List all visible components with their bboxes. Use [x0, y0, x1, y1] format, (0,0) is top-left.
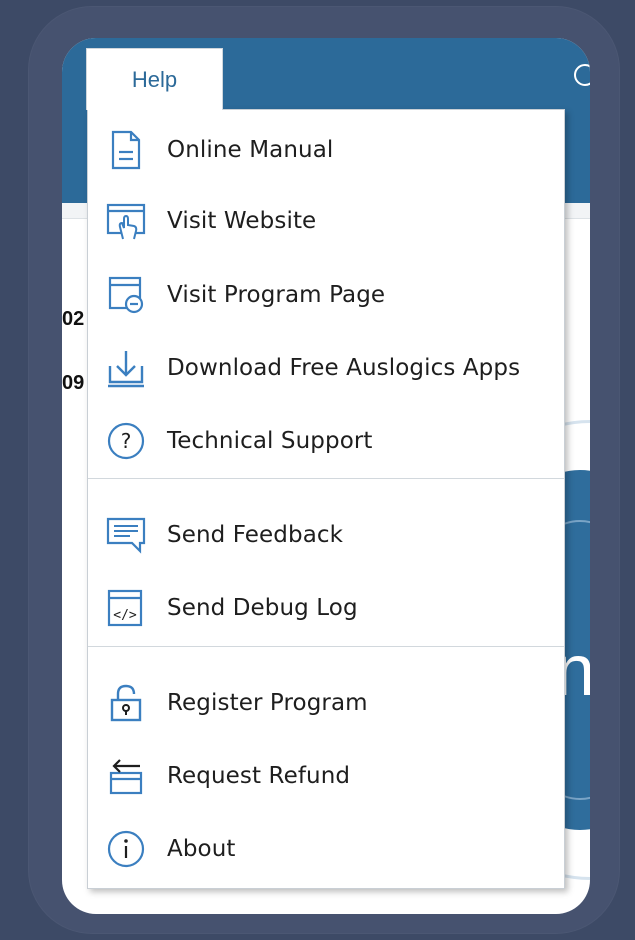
document-icon [104, 128, 148, 172]
svg-text:</>: </> [113, 608, 137, 623]
menu-item-label: About [167, 836, 236, 862]
refresh-icon[interactable] [574, 64, 590, 86]
download-icon [104, 346, 148, 390]
help-menu-tab[interactable]: Help [86, 48, 223, 110]
lock-icon [104, 681, 148, 725]
svg-text:?: ? [121, 429, 132, 453]
menu-item-label: Request Refund [167, 763, 351, 789]
menu-separator [88, 646, 564, 647]
menu-item-label: Visit Website [167, 208, 317, 234]
menu-item-label: Technical Support [167, 428, 373, 454]
menu-item-label: Download Free Auslogics Apps [167, 355, 521, 381]
program-page-icon [104, 273, 148, 317]
menu-item-register-program[interactable]: Register Program [88, 673, 564, 733]
question-circle-icon: ? [104, 419, 148, 463]
menu-item-label: Register Program [167, 690, 368, 716]
web-click-icon [104, 199, 148, 243]
refund-icon [104, 754, 148, 798]
menu-item-label: Send Feedback [167, 522, 344, 548]
menu-item-send-feedback[interactable]: Send Feedback [88, 505, 564, 565]
menu-item-label: Send Debug Log [167, 595, 358, 621]
debug-log-icon: </> [104, 586, 148, 630]
info-icon [104, 827, 148, 871]
help-dropdown-menu: Online Manual Visit Website Visit Program … [87, 109, 565, 889]
menu-item-visit-program-page[interactable]: Visit Program Page [88, 265, 564, 325]
menu-item-download-free-auslogics-apps[interactable]: Download Free Auslogics Apps [88, 338, 564, 398]
menu-item-about[interactable]: About [88, 819, 564, 879]
menu-item-send-debug-log[interactable]: </> Send Debug Log [88, 578, 564, 638]
menu-item-online-manual[interactable]: Online Manual [88, 120, 564, 180]
feedback-icon [104, 513, 148, 557]
menu-item-request-refund[interactable]: Request Refund [88, 746, 564, 806]
menu-item-label: Visit Program Page [167, 282, 386, 308]
menu-item-visit-website[interactable]: Visit Website [88, 191, 564, 251]
menu-item-label: Online Manual [167, 137, 334, 163]
menu-item-technical-support[interactable]: ? Technical Support [88, 411, 564, 471]
menu-separator [88, 478, 564, 479]
trash-icon[interactable] [572, 217, 590, 251]
search-icon[interactable] [62, 217, 84, 245]
